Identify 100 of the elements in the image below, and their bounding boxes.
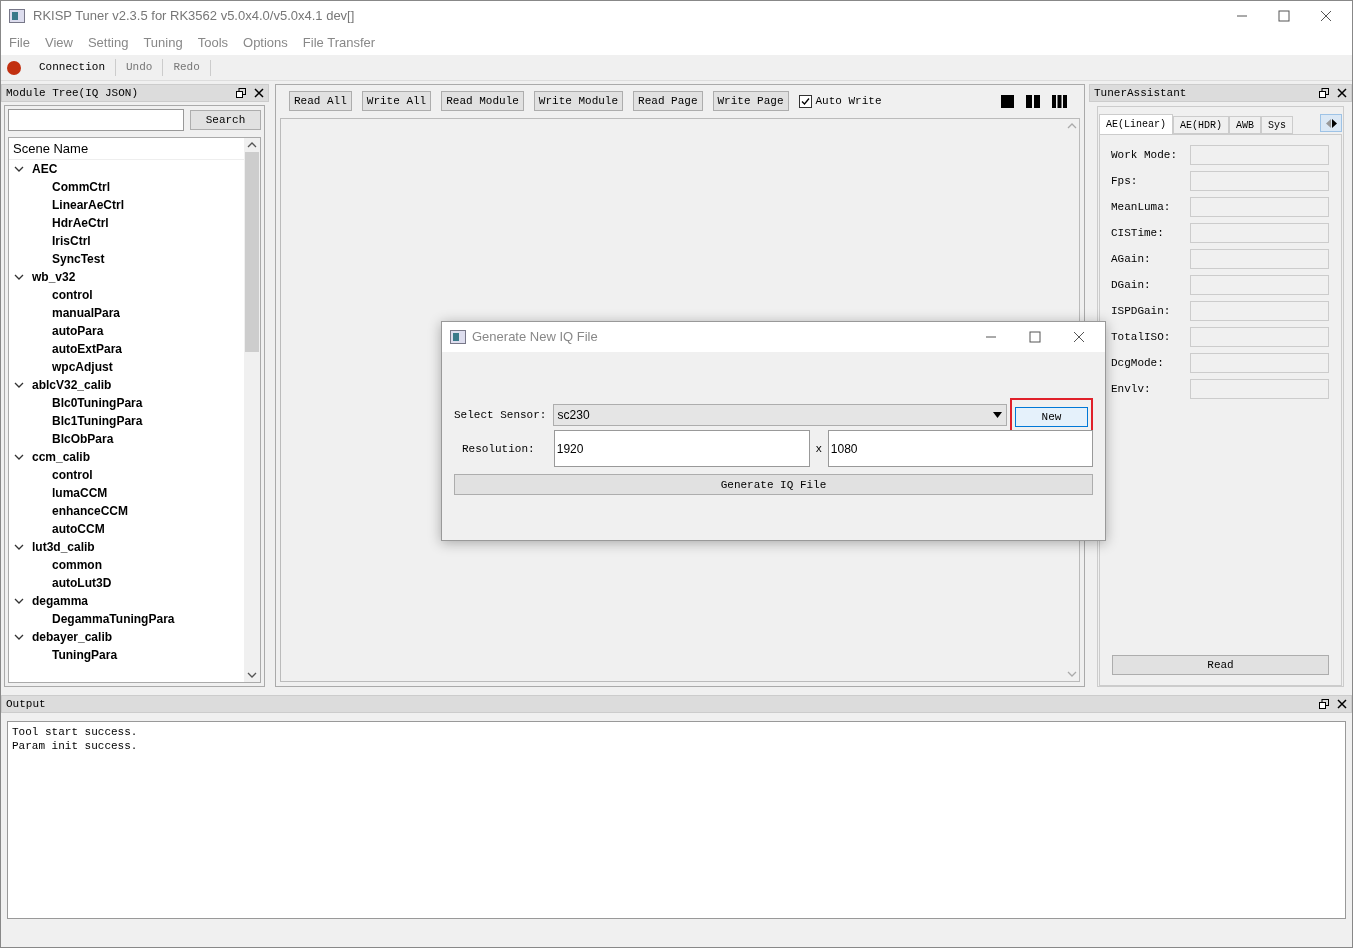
tree-item[interactable]: autoCCM bbox=[52, 520, 105, 538]
close-icon[interactable] bbox=[1337, 88, 1347, 98]
tree-item[interactable]: autoPara bbox=[52, 322, 104, 340]
tree-item[interactable]: HdrAeCtrl bbox=[52, 214, 109, 232]
checkbox[interactable] bbox=[798, 94, 812, 108]
tree-item[interactable]: control bbox=[52, 466, 93, 484]
tree-item[interactable]: LinearAeCtrl bbox=[52, 196, 125, 214]
close-icon[interactable] bbox=[1337, 699, 1347, 709]
field-label: MeanLuma: bbox=[1111, 199, 1172, 215]
tree-item[interactable]: common bbox=[52, 556, 102, 574]
menu-item[interactable]: File bbox=[9, 33, 30, 53]
tree-item[interactable]: AEC bbox=[32, 160, 58, 178]
tab[interactable]: AWB bbox=[1229, 116, 1262, 134]
field-label: Envlv: bbox=[1111, 381, 1152, 397]
chevron-down-icon[interactable] bbox=[14, 272, 24, 282]
tree-item[interactable]: Blc1TuningPara bbox=[52, 412, 143, 430]
chevron-down-icon[interactable] bbox=[14, 632, 24, 642]
close-icon[interactable] bbox=[254, 88, 264, 98]
toolbar-button[interactable]: Write Page bbox=[712, 91, 789, 111]
float-icon[interactable] bbox=[236, 88, 246, 98]
tree-item[interactable]: wb_v32 bbox=[32, 268, 76, 286]
tab-scroll-buttons[interactable] bbox=[1320, 114, 1342, 132]
field-label: Select Sensor: bbox=[454, 407, 548, 423]
tree-item[interactable]: SyncTest bbox=[52, 250, 105, 268]
tree-item[interactable]: TuningPara bbox=[52, 646, 118, 664]
generate-button[interactable]: Generate IQ File bbox=[454, 474, 1093, 496]
search-field[interactable] bbox=[8, 109, 184, 131]
toolbar-button[interactable]: Read Page bbox=[633, 91, 703, 111]
dialog-title: Generate New IQ File bbox=[472, 328, 598, 347]
menu-item[interactable]: Setting bbox=[87, 33, 129, 53]
tab[interactable]: Sys bbox=[1261, 116, 1294, 134]
tree-item[interactable]: ccm_calib bbox=[32, 448, 91, 466]
search-button[interactable]: Search bbox=[190, 110, 261, 130]
close-icon[interactable] bbox=[1073, 331, 1085, 343]
tree-item[interactable]: manualPara bbox=[52, 304, 121, 322]
height-field[interactable]: 1080 bbox=[827, 430, 1093, 468]
chevron-down-icon[interactable] bbox=[14, 452, 24, 462]
menu-item[interactable]: View bbox=[44, 33, 73, 53]
new-button[interactable]: New bbox=[1015, 407, 1088, 428]
field-label: TotalISO: bbox=[1111, 329, 1172, 345]
chevron-down-icon[interactable] bbox=[14, 542, 24, 552]
field-label: DGain: bbox=[1111, 277, 1152, 293]
dropdown-arrow-icon[interactable] bbox=[993, 412, 1002, 419]
tree-item[interactable]: IrisCtrl bbox=[52, 232, 91, 250]
field-label: Fps: bbox=[1111, 173, 1139, 189]
toolbar-button[interactable]: Write All bbox=[361, 91, 432, 111]
tree-item[interactable]: lut3d_calib bbox=[32, 538, 95, 556]
window-title: RKISP Tuner v2.3.5 for RK3562 v5.0x4.0/v5.0x4.1 dev[] bbox=[33, 7, 355, 26]
close-icon[interactable] bbox=[1320, 10, 1332, 22]
toolbar-button[interactable]: Read Module bbox=[441, 91, 524, 111]
field-label: AGain: bbox=[1111, 251, 1152, 267]
menu-item[interactable]: Tuning bbox=[143, 33, 183, 53]
checkbox-label[interactable]: Auto Write bbox=[815, 92, 882, 110]
tree-item[interactable]: wpcAdjust bbox=[52, 358, 113, 376]
tree-item[interactable]: debayer_calib bbox=[32, 628, 113, 646]
tree-item[interactable]: BlcObPara bbox=[52, 430, 114, 448]
tree-item[interactable]: DegammaTuningPara bbox=[52, 610, 175, 628]
tree-item[interactable]: autoExtPara bbox=[52, 340, 123, 358]
field-label: DcgMode: bbox=[1111, 355, 1165, 371]
tree-item[interactable]: enhanceCCM bbox=[52, 502, 128, 520]
menu-item[interactable]: File Transfer bbox=[302, 33, 376, 53]
app-icon bbox=[9, 9, 25, 23]
chevron-down-icon[interactable] bbox=[14, 164, 24, 174]
menu-item[interactable]: Tools bbox=[197, 33, 229, 53]
maximize-icon[interactable] bbox=[1029, 331, 1041, 343]
tab[interactable]: AE(Linear) bbox=[1099, 114, 1173, 134]
tree-item[interactable]: CommCtrl bbox=[52, 178, 110, 196]
float-icon[interactable] bbox=[1319, 699, 1329, 709]
width-field[interactable]: 1920 bbox=[553, 430, 810, 468]
read-button[interactable]: Read bbox=[1112, 655, 1329, 675]
column-header: Scene Name bbox=[9, 138, 244, 160]
three-column-icon[interactable] bbox=[1052, 94, 1067, 108]
toolbar-button[interactable]: Redo bbox=[163, 59, 210, 76]
tree-item[interactable]: degamma bbox=[32, 592, 89, 610]
tree-item[interactable]: ablcV32_calib bbox=[32, 376, 112, 394]
toolbar-button[interactable]: Read All bbox=[289, 91, 352, 111]
field-label: Resolution: bbox=[461, 441, 536, 457]
tree-item[interactable]: control bbox=[52, 286, 93, 304]
tree-item[interactable]: Blc0TuningPara bbox=[52, 394, 143, 412]
scrollbar[interactable] bbox=[244, 138, 260, 682]
separator-text: x bbox=[814, 441, 824, 457]
two-column-icon[interactable] bbox=[1026, 94, 1040, 108]
chevron-down-icon[interactable] bbox=[14, 380, 24, 390]
log-line: Param init success. bbox=[12, 739, 139, 753]
triangle-right-icon[interactable] bbox=[1331, 118, 1337, 128]
scroll-thumb[interactable] bbox=[245, 152, 259, 352]
maximize-icon[interactable] bbox=[1278, 10, 1290, 22]
toolbar-button[interactable]: Connection bbox=[29, 59, 115, 76]
toolbar-button[interactable]: Write Module bbox=[533, 91, 624, 111]
float-icon[interactable] bbox=[1319, 88, 1329, 98]
menu-item[interactable]: Options bbox=[243, 33, 288, 53]
tree-item[interactable]: lumaCCM bbox=[52, 484, 108, 502]
single-column-icon[interactable] bbox=[1001, 94, 1014, 108]
tab[interactable]: AE(HDR) bbox=[1173, 116, 1230, 134]
sensor-dropdown[interactable]: sc230 bbox=[552, 404, 1007, 427]
tree-item[interactable]: autoLut3D bbox=[52, 574, 112, 592]
panel-title: TunerAssistant bbox=[1094, 85, 1187, 101]
toolbar-button[interactable]: Undo bbox=[116, 59, 163, 76]
chevron-down-icon[interactable] bbox=[14, 596, 24, 606]
field-label: Work Mode: bbox=[1111, 147, 1178, 163]
